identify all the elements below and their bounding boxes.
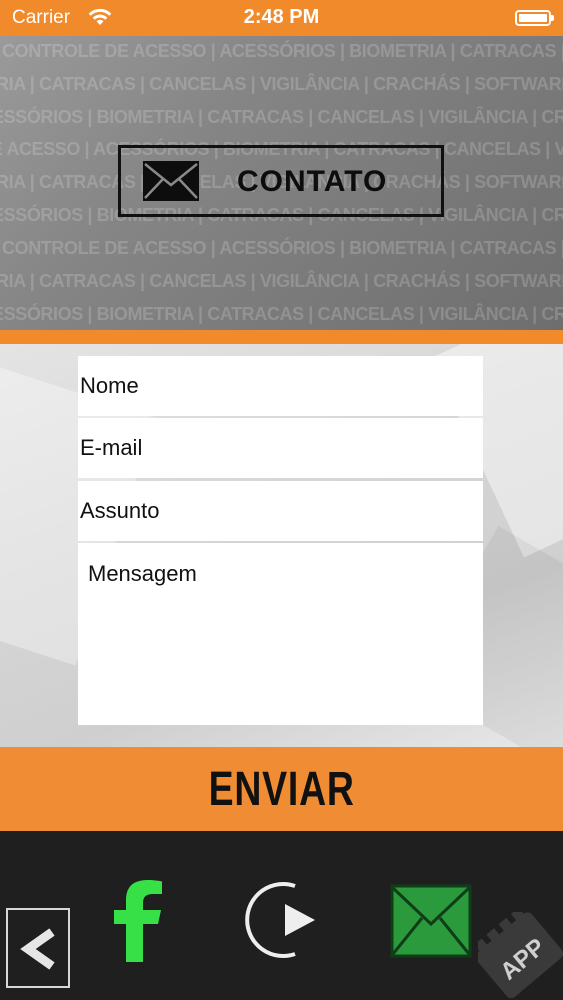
play-icon[interactable] bbox=[243, 880, 323, 960]
name-field[interactable]: Nome bbox=[78, 356, 483, 416]
email-placeholder: E-mail bbox=[80, 435, 143, 460]
status-time: 2:48 PM bbox=[243, 6, 320, 28]
pattern-row: CONTROLE DE ACESSO | ACESSÓRIOS | BIOMET… bbox=[2, 238, 563, 258]
pattern-row: CONTROLE DE ACESSO | ACESSÓRIOS | BIOMET… bbox=[2, 41, 563, 61]
send-button[interactable]: ENVIAR bbox=[0, 747, 563, 831]
pattern-row: ESSÓRIOS | BIOMETRIA | CATRACAS | CANCEL… bbox=[0, 107, 563, 127]
subject-field[interactable]: Assunto bbox=[78, 481, 483, 541]
contact-title-box: CONTATO bbox=[118, 145, 444, 217]
back-button[interactable] bbox=[6, 908, 70, 988]
page-title: CONTATO bbox=[237, 165, 388, 198]
name-placeholder: Nome bbox=[80, 373, 139, 398]
status-bar: Carrier 2:48 PM bbox=[0, 0, 563, 36]
facebook-icon[interactable] bbox=[108, 878, 168, 962]
subject-placeholder: Assunto bbox=[80, 498, 160, 523]
pattern-row: RIA | CATRACAS | CANCELAS | VIGILÂNCIA |… bbox=[0, 271, 563, 291]
send-button-label: ENVIAR bbox=[208, 762, 355, 816]
message-placeholder: Mensagem bbox=[88, 561, 197, 586]
battery-icon bbox=[515, 10, 554, 26]
pattern-row: ESSÓRIOS | BIOMETRIA | CATRACAS | CANCEL… bbox=[0, 304, 563, 324]
pattern-row: RIA | CATRACAS | CANCELAS | VIGILÂNCIA |… bbox=[0, 74, 563, 94]
message-field[interactable]: Mensagem bbox=[78, 543, 483, 725]
email-field[interactable]: E-mail bbox=[78, 418, 483, 478]
back-arrow-icon bbox=[20, 928, 55, 970]
app-logo: APP bbox=[478, 912, 563, 999]
orange-divider bbox=[0, 330, 563, 344]
mail-icon[interactable] bbox=[390, 884, 472, 958]
envelope-icon bbox=[143, 161, 199, 201]
